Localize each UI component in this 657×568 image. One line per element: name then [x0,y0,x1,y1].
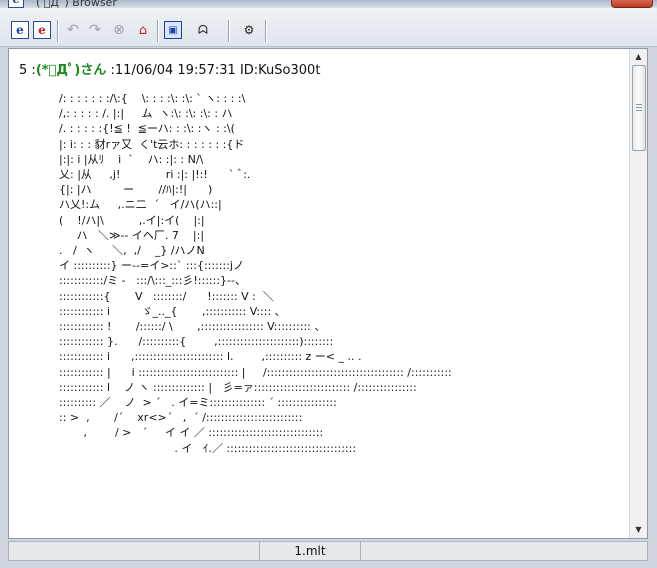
scrollbar-thumb[interactable] [632,65,646,151]
toolbar-separator [265,20,267,42]
thumb-grip [636,110,642,111]
toolbar-separator [57,20,59,42]
scroll-up-arrow-icon[interactable]: ▲ [630,49,647,65]
thread-view: 5 :(*ﾟДﾟ)さん :11/06/04 19:57:31 ID:KuSo30… [8,48,648,539]
toolbar: e e ↶ ↷ ⊗ ⌂ ▣ ᗣ ⚙ [0,8,657,47]
window-close-button[interactable] [611,0,653,8]
open-board-button[interactable]: e [11,21,29,39]
toolbar-separator [157,20,159,42]
post-header: 5 :(*ﾟДﾟ)さん :11/06/04 19:57:31 ID:KuSo30… [19,59,320,78]
browser-app-icon: e [8,0,24,8]
open-thread-button[interactable]: e [33,21,51,39]
home-icon[interactable]: ⌂ [134,21,152,39]
toolbar-separator [228,20,230,42]
ascii-art-body: /: : : : : : :/\:{ \: : : :\: :\: ` ヽ: :… [59,92,452,455]
title-bar: e ( ﾟДﾟ) Browser [0,0,657,8]
thumb-grip [636,104,642,105]
status-filename: 1.mlt [259,542,361,560]
poster-name: (*ﾟДﾟ)さん [35,63,107,78]
thread-list-icon[interactable]: ▣ [164,21,182,39]
status-bar: 1.mlt [8,541,648,561]
vertical-scrollbar[interactable]: ▲ ▼ [629,49,647,538]
post-datetime: :11/06/04 19:57:31 [110,63,236,78]
poster-id: ID:KuSo300t [239,63,321,78]
scroll-down-arrow-icon[interactable]: ▼ [630,522,647,538]
forward-icon[interactable]: ↷ [86,21,104,39]
post-number: 5 [19,63,28,78]
thumb-grip [636,107,642,108]
settings-icon[interactable]: ⚙ [240,21,258,39]
back-icon[interactable]: ↶ [64,21,82,39]
giko-face-icon[interactable]: ᗣ [194,21,212,39]
stop-icon[interactable]: ⊗ [110,21,128,39]
window-title: ( ﾟДﾟ) Browser [36,0,117,8]
